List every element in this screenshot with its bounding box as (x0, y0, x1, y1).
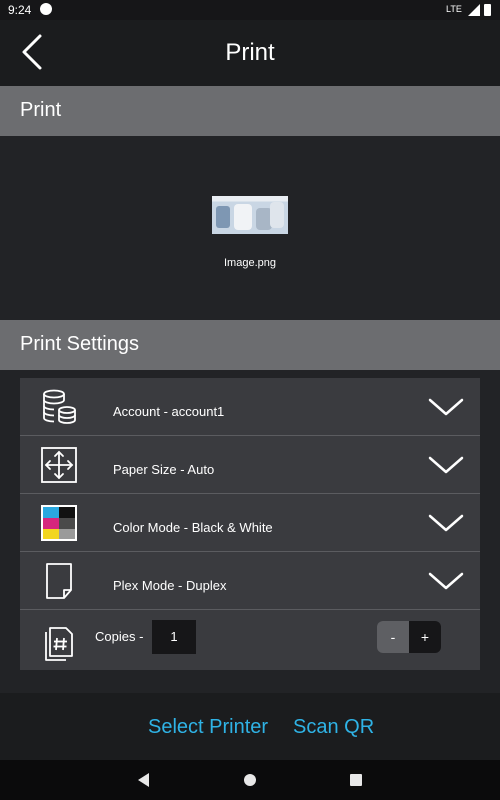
color-mode-row[interactable]: Color Mode - Black & White (20, 494, 480, 552)
copies-hash-icon (45, 627, 73, 661)
app-bar: Print (0, 20, 500, 86)
account-row[interactable]: Account - account1 (20, 378, 480, 436)
signal-icon (468, 4, 480, 16)
plex-mode-label: Plex Mode - Duplex (113, 578, 227, 593)
color-swatch-icon (41, 505, 77, 541)
print-settings-header: Print Settings (0, 320, 500, 370)
status-bar: 9:24 LTE (0, 0, 500, 20)
status-time: 9:24 (8, 3, 32, 17)
resize-arrows-icon (41, 447, 77, 483)
nav-back-icon[interactable] (136, 772, 152, 788)
chevron-down-icon[interactable] (428, 572, 464, 590)
file-name: Image.png (224, 257, 276, 269)
image-thumbnail[interactable] (212, 196, 288, 234)
print-section-header: Print (0, 86, 500, 136)
bottom-actions: Select Printer Scan QR (0, 693, 500, 760)
nav-recents-icon[interactable] (350, 774, 362, 786)
chevron-down-icon[interactable] (428, 514, 464, 532)
decrement-copies-button[interactable]: - (377, 621, 409, 653)
chevron-down-icon[interactable] (428, 398, 464, 416)
file-preview-area: Image.png (0, 136, 500, 320)
network-type: LTE (446, 4, 462, 14)
page-icon (46, 563, 72, 599)
copies-input[interactable]: 1 (152, 620, 196, 654)
plex-mode-row[interactable]: Plex Mode - Duplex (20, 552, 480, 610)
color-mode-label: Color Mode - Black & White (113, 520, 273, 535)
select-printer-button[interactable]: Select Printer (148, 716, 268, 739)
paper-size-label: Paper Size - Auto (113, 462, 215, 477)
chevron-down-icon[interactable] (428, 456, 464, 474)
nav-home-icon[interactable] (244, 774, 256, 786)
system-nav-bar (0, 760, 500, 800)
notification-icon (40, 3, 52, 15)
settings-area: Account - account1 Paper Size - Auto Col… (0, 370, 500, 693)
paper-size-row[interactable]: Paper Size - Auto (20, 436, 480, 494)
scan-qr-button[interactable]: Scan QR (293, 716, 374, 739)
page-title: Print (225, 39, 275, 66)
battery-icon (484, 4, 491, 16)
account-label: Account - account1 (113, 404, 225, 419)
copies-label: Copies - (95, 629, 144, 644)
increment-copies-button[interactable]: + (409, 621, 441, 653)
database-coins-icon (43, 389, 76, 424)
